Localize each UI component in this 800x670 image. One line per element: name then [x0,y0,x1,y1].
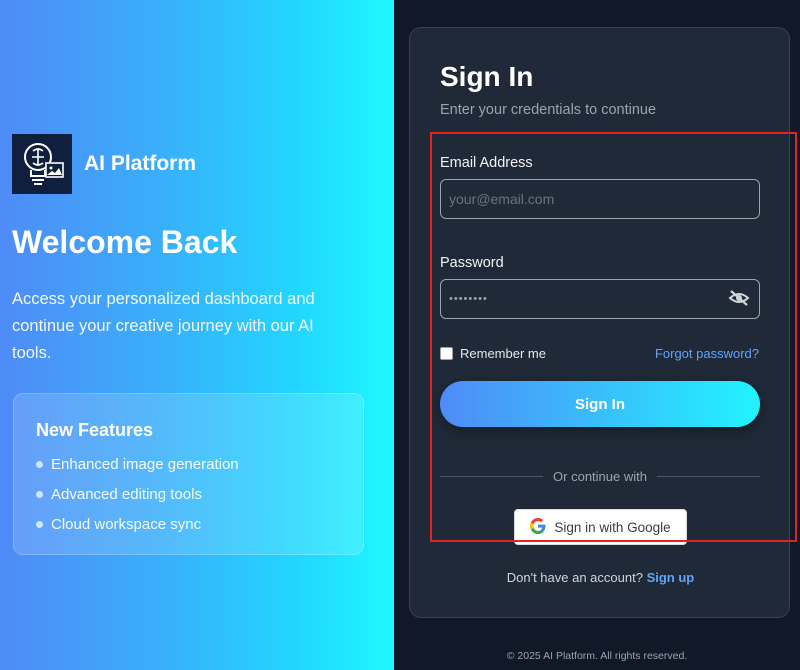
signin-button[interactable]: Sign In [440,381,760,427]
new-features-card: New Features Enhanced image generation A… [13,393,364,555]
feature-label: Cloud workspace sync [51,515,202,533]
google-signin-label: Sign in with Google [554,519,671,535]
welcome-description: Access your personalized dashboard and c… [12,290,315,362]
divider-line [656,476,760,477]
divider-text: Or continue with [553,469,647,484]
signin-card: Sign In Enter your credentials to contin… [409,27,797,618]
lightbulb-brain-icon [12,134,72,194]
email-field[interactable] [440,179,760,219]
footer-copyright: © 2025 AI Platform. All rights reserved. [506,650,688,662]
signup-prompt: Don't have an account? [506,570,643,585]
feature-item: Cloud workspace sync [36,509,341,539]
signin-subtitle: Enter your credentials to continue [440,102,657,118]
feature-item: Advanced editing tools [36,479,341,509]
remember-me-checkbox[interactable] [440,347,453,360]
welcome-panel: AI Platform Welcome Back Access your per… [0,0,394,670]
divider: Or continue with [440,469,760,484]
brand-name: AI Platform [84,152,197,175]
brand: AI Platform [12,134,196,194]
bullet-icon [36,490,43,498]
signin-panel: Sign In Enter your credentials to contin… [394,0,800,670]
feature-label: Enhanced image generation [51,455,239,473]
welcome-heading: Welcome Back [12,224,238,260]
forgot-password-link[interactable]: Forgot password? [655,346,759,361]
signup-link[interactable]: Sign up [647,570,695,585]
google-g-icon [530,517,546,537]
signup-row: Don't have an account? Sign up [410,570,791,585]
remember-me-label: Remember me [460,346,546,361]
divider-line [440,476,544,477]
eye-slash-icon[interactable] [728,289,750,307]
bullet-icon [36,460,43,468]
signin-title: Sign In [440,61,534,92]
email-label: Email Address [440,155,533,171]
bullet-icon [36,520,43,528]
password-field[interactable]: •••••••• [440,279,760,319]
remember-me[interactable]: Remember me [440,346,546,361]
features-title: New Features [36,420,154,440]
google-signin-button[interactable]: Sign in with Google [514,509,687,545]
feature-item: Enhanced image generation [36,449,341,479]
feature-label: Advanced editing tools [51,485,202,503]
password-label: Password [440,255,504,271]
